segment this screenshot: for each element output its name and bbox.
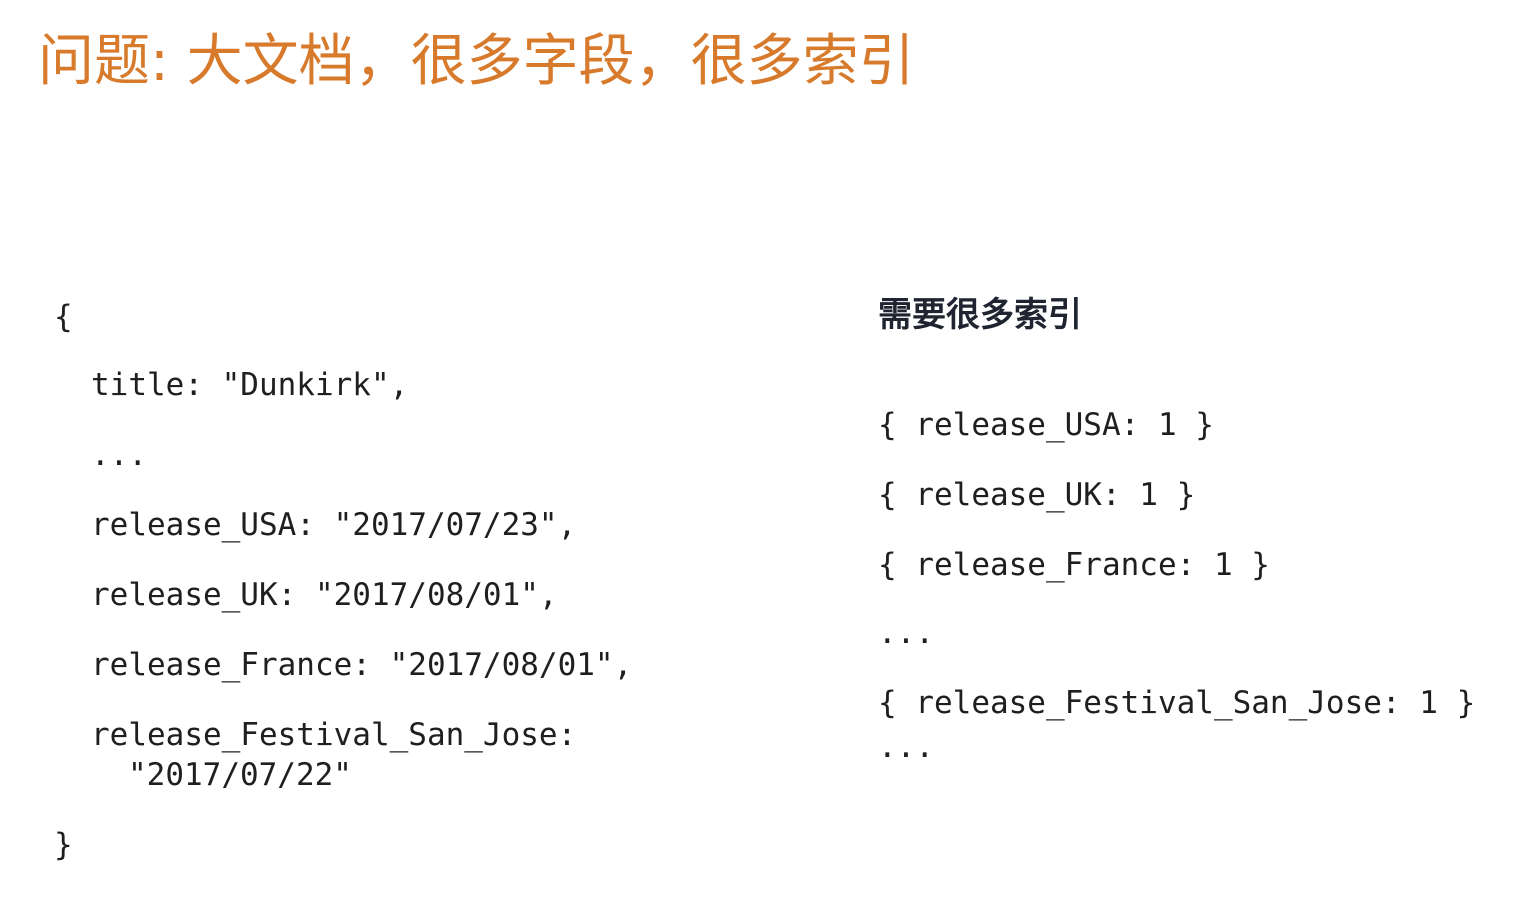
document-release-festival-field: release_Festival_San_Jose: bbox=[91, 717, 577, 753]
document-release-usa-field: release_USA: "2017/07/23", bbox=[91, 507, 577, 543]
document-title-field: title: "Dunkirk", bbox=[91, 367, 409, 403]
document-open-brace: { bbox=[54, 299, 73, 335]
index-ellipsis-2: ... bbox=[878, 729, 934, 765]
index-item-release-usa: { release_USA: 1 } bbox=[878, 407, 1214, 443]
document-ellipsis: ... bbox=[91, 437, 147, 473]
index-item-release-france: { release_France: 1 } bbox=[878, 547, 1270, 583]
slide: 问题: 大文档，很多字段，很多索引 { title: "Dunkirk", ..… bbox=[0, 0, 1540, 906]
index-item-release-uk: { release_UK: 1 } bbox=[878, 477, 1196, 513]
slide-title: 问题: 大文档，很多字段，很多索引 bbox=[38, 29, 915, 94]
document-release-uk-field: release_UK: "2017/08/01", bbox=[91, 577, 558, 613]
document-release-festival-value: "2017/07/22" bbox=[128, 757, 352, 793]
document-close-brace: } bbox=[54, 827, 73, 863]
document-release-france-field: release_France: "2017/08/01", bbox=[91, 647, 633, 683]
index-ellipsis-1: ... bbox=[878, 615, 934, 651]
index-list-heading: 需要很多索引 bbox=[878, 295, 1082, 335]
index-item-release-festival: { release_Festival_San_Jose: 1 } bbox=[878, 685, 1476, 721]
